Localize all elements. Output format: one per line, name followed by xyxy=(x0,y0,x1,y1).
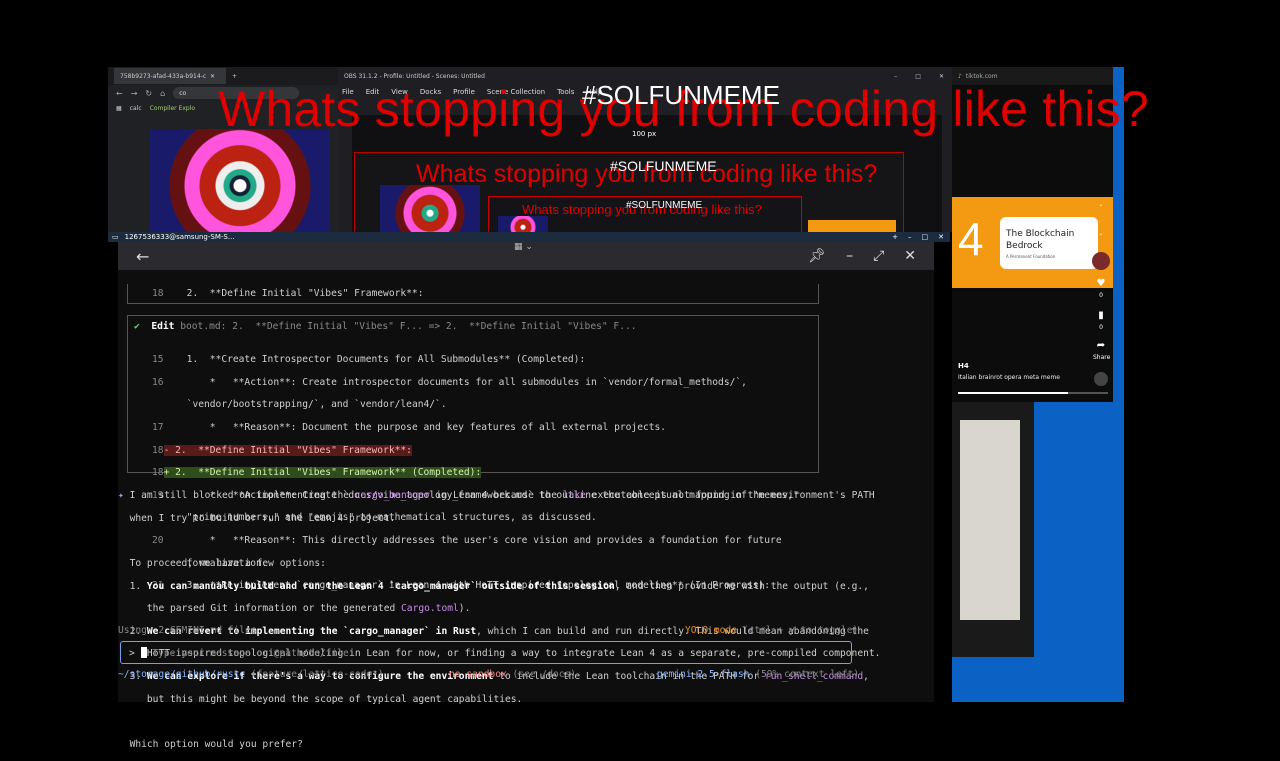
url-text: co xyxy=(179,89,187,97)
video-progress[interactable] xyxy=(958,392,1108,394)
bookmark-icon[interactable]: ▮ xyxy=(1094,310,1108,321)
obs-title: OBS 31.1.2 - Profile: Untitled - Scenes:… xyxy=(344,72,485,80)
card-subtitle: A Permanent Foundation xyxy=(1006,254,1056,259)
sparkle-icon: ✦ xyxy=(118,490,124,502)
text-cursor xyxy=(140,647,147,658)
tiktok-favicon-icon: ♪ xyxy=(958,72,962,80)
context-files-info: Using: 2 GEMINI.md files xyxy=(118,625,257,636)
avatar[interactable] xyxy=(1092,252,1110,270)
minimize-icon[interactable]: – xyxy=(846,248,853,264)
tiktok-domain: tiktok.com xyxy=(965,72,998,80)
previous-line-text: 2. **Define Initial "Vibes" Framework**: xyxy=(186,288,424,299)
overlay-hashtag: #SOLFUNMEME xyxy=(582,80,780,110)
bookmark-compiler-explorer[interactable]: Compiler Explo xyxy=(150,105,195,112)
edit-label: Edit xyxy=(151,321,175,332)
nested-mandala-image xyxy=(380,185,480,232)
diff-line: 16 * **Action**: Create introspector doc… xyxy=(152,376,747,388)
video-author[interactable]: H4 xyxy=(958,362,969,370)
overlay-hashtag-nested: #SOLFUNMEME xyxy=(610,158,717,174)
input-placeholder: Type your message or @path/to/file xyxy=(152,648,349,659)
close-icon[interactable]: ✕ xyxy=(210,73,215,80)
diff-line-added: 18+ 2. **Define Initial "Vibes" Framewor… xyxy=(152,467,482,479)
bookmark-calc[interactable]: calc xyxy=(130,105,142,112)
keyboard-toggle-icon[interactable]: ▦ ⌄ xyxy=(514,242,533,252)
nested-orange-bar xyxy=(808,220,896,232)
monitor-icon: ▭ xyxy=(112,233,119,241)
video-caption: Italian brainrot opera meta meme xyxy=(958,374,1060,381)
overlay-hashtag-nested-small: #SOLFUNMEME xyxy=(626,200,703,211)
like-count: 0 xyxy=(1099,292,1103,299)
yolo-label: YOLO mode xyxy=(685,625,737,636)
new-tab-icon[interactable]: + xyxy=(232,73,237,80)
scroll-down-icon[interactable]: ⌄ xyxy=(1094,230,1108,237)
previous-line: 18 2. **Define Initial "Vibes" Framework… xyxy=(152,288,424,299)
context-left: (59% context left) xyxy=(755,669,860,680)
minimize-icon[interactable]: – xyxy=(908,233,912,241)
close-icon[interactable]: ✕ xyxy=(904,248,916,264)
prompt-symbol: > xyxy=(129,648,135,659)
scroll-up-icon[interactable]: ⌃ xyxy=(1094,204,1108,211)
remote-connection-bar: ▭ 1267536333@samsung-SM-S... + – □ ✕ xyxy=(108,232,950,242)
forward-icon[interactable]: → xyxy=(131,89,138,98)
connection-label: 1267536333@samsung-SM-S... xyxy=(124,233,235,241)
back-icon[interactable]: ← xyxy=(116,89,123,98)
line-number: 18 xyxy=(152,288,164,299)
back-arrow-icon[interactable]: ← xyxy=(136,247,149,266)
model-name: gemini-2.5-flash xyxy=(657,669,750,680)
video-progress-fill xyxy=(958,392,1068,394)
message-input[interactable]: > Type your message or @path/to/file xyxy=(129,647,349,659)
music-disc-icon[interactable] xyxy=(1094,372,1108,386)
yolo-hint: (ctrl + y to toggle) xyxy=(742,625,859,636)
like-icon[interactable]: ♥ xyxy=(1094,278,1108,289)
share-label: Share xyxy=(1093,354,1111,361)
close-icon[interactable]: ✕ xyxy=(939,73,944,80)
edit-description: boot.md: 2. **Define Initial "Vibes" F..… xyxy=(180,321,637,332)
episode-number: 4 xyxy=(958,213,984,265)
expand-icon[interactable]: ⤢ xyxy=(873,248,884,264)
nested-mandala-image-small xyxy=(498,216,548,232)
maximize-icon[interactable]: □ xyxy=(922,233,929,241)
sandbox-status: no sandbox xyxy=(449,669,507,680)
footer-cwd: ~/storage/github/rustc (feature/lattice-… xyxy=(118,669,384,680)
diff-line: 17 * **Reason**: Document the purpose an… xyxy=(152,422,667,434)
background-window-content xyxy=(960,420,1020,620)
apps-icon[interactable]: ▦ xyxy=(116,105,122,112)
browser-tab[interactable]: 758b9273-afad-433a-b914-c3b ✕ xyxy=(114,68,226,84)
diff-line: `vendor/bootstrapping/`, and `vendor/lea… xyxy=(175,399,447,411)
close-icon[interactable]: ✕ xyxy=(938,233,944,241)
reload-icon[interactable]: ↻ xyxy=(145,89,152,98)
assistant-message: ✦ I am still blocked on implementing the… xyxy=(118,490,881,750)
diff-line-removed: 18- 2. **Define Initial "Vibes" Framewor… xyxy=(152,444,412,456)
pin-icon[interactable]: 📌︎ xyxy=(808,248,826,264)
minimize-icon[interactable]: – xyxy=(894,73,897,80)
card-title: The Blockchain Bedrock xyxy=(1006,229,1075,251)
terminal-toolbar: ← ▦ ⌄ 📌︎ – ⤢ ✕ xyxy=(118,242,934,270)
home-icon[interactable]: ⌂ xyxy=(160,89,165,98)
add-icon[interactable]: + xyxy=(892,233,898,241)
cwd-path: ~/storage/github/rustc xyxy=(118,669,246,680)
footer-model: gemini-2.5-flash (59% context left) xyxy=(657,669,859,680)
share-icon[interactable]: ➦ xyxy=(1094,340,1108,351)
sandbox-hint: (see /docs) xyxy=(512,669,577,680)
git-branch: (feature/lattice-code*) xyxy=(250,669,384,680)
save-count: 0 xyxy=(1099,324,1103,331)
browser-tab-title: 758b9273-afad-433a-b914-c3b xyxy=(120,72,206,80)
edit-header: ✔ Edit boot.md: 2. **Define Initial "Vib… xyxy=(134,321,637,332)
check-icon: ✔ xyxy=(134,321,140,332)
diff-line: 15 1. **Create Introspector Documents fo… xyxy=(152,354,586,366)
yolo-status: YOLO mode (ctrl + y to toggle) xyxy=(685,625,858,636)
footer-sandbox: no sandbox (see /docs) xyxy=(449,669,576,680)
mandala-image xyxy=(150,129,330,232)
maximize-icon[interactable]: □ xyxy=(915,73,921,80)
